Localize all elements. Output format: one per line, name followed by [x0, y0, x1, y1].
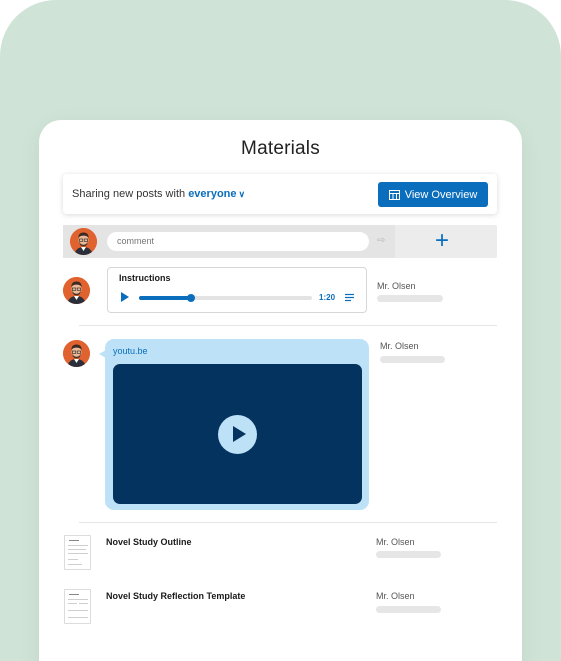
page-title: Materials — [241, 138, 320, 159]
audience-label: everyone — [188, 188, 237, 200]
table-icon — [388, 189, 400, 200]
document-title[interactable]: Novel Study Reflection Template — [106, 591, 245, 601]
post-meta-placeholder — [376, 606, 441, 613]
divider — [79, 325, 497, 326]
audio-scrubber-handle[interactable] — [186, 294, 195, 302]
materials-card: Materials Sharing new posts with everyon… — [39, 120, 522, 661]
avatar — [70, 228, 97, 255]
document-title[interactable]: Novel Study Outline — [106, 537, 192, 547]
post-author: Mr. Olsen — [380, 341, 419, 351]
video-thumbnail[interactable] — [113, 364, 362, 504]
view-overview-label: View Overview — [404, 188, 478, 201]
post-meta-placeholder — [377, 295, 443, 302]
comment-input[interactable]: comment — [107, 232, 369, 251]
post-meta-placeholder — [380, 356, 445, 363]
audio-duration: 1:20 — [319, 293, 336, 302]
link-url[interactable]: youtu.be — [113, 346, 148, 356]
post-meta-placeholder — [376, 551, 441, 558]
audio-title: Instructions — [119, 273, 171, 283]
link-post[interactable]: youtu.be — [105, 339, 369, 510]
document-thumbnail[interactable] — [64, 589, 91, 624]
avatar — [63, 277, 90, 304]
send-icon[interactable]: ⇨ — [377, 235, 385, 246]
add-post-button[interactable]: + — [435, 227, 449, 255]
audio-progress-fill — [139, 296, 191, 300]
play-icon[interactable] — [121, 292, 129, 302]
composer-area: comment ⇨ — [63, 225, 395, 258]
divider — [79, 522, 497, 523]
audio-progress-bar[interactable] — [139, 294, 312, 302]
post-author: Mr. Olsen — [376, 591, 415, 601]
avatar — [63, 340, 90, 367]
composer-row: comment ⇨ + — [63, 225, 497, 258]
document-thumbnail[interactable] — [64, 535, 91, 570]
play-icon — [233, 426, 246, 442]
post-author: Mr. Olsen — [377, 281, 416, 291]
post-author: Mr. Olsen — [376, 537, 415, 547]
view-overview-button[interactable]: View Overview — [378, 182, 488, 207]
transcript-icon[interactable] — [345, 293, 354, 302]
sharing-text: Sharing new posts with everyone ∨ — [72, 188, 245, 200]
chevron-down-icon: ∨ — [238, 189, 246, 199]
sharing-bar: Sharing new posts with everyone ∨ View Ov… — [63, 174, 497, 214]
audience-dropdown[interactable]: everyone ∨ — [188, 188, 245, 200]
play-button[interactable] — [218, 415, 257, 454]
audio-post: Instructions 1:20 — [107, 267, 367, 313]
sharing-prefix: Sharing new posts with — [72, 188, 186, 200]
